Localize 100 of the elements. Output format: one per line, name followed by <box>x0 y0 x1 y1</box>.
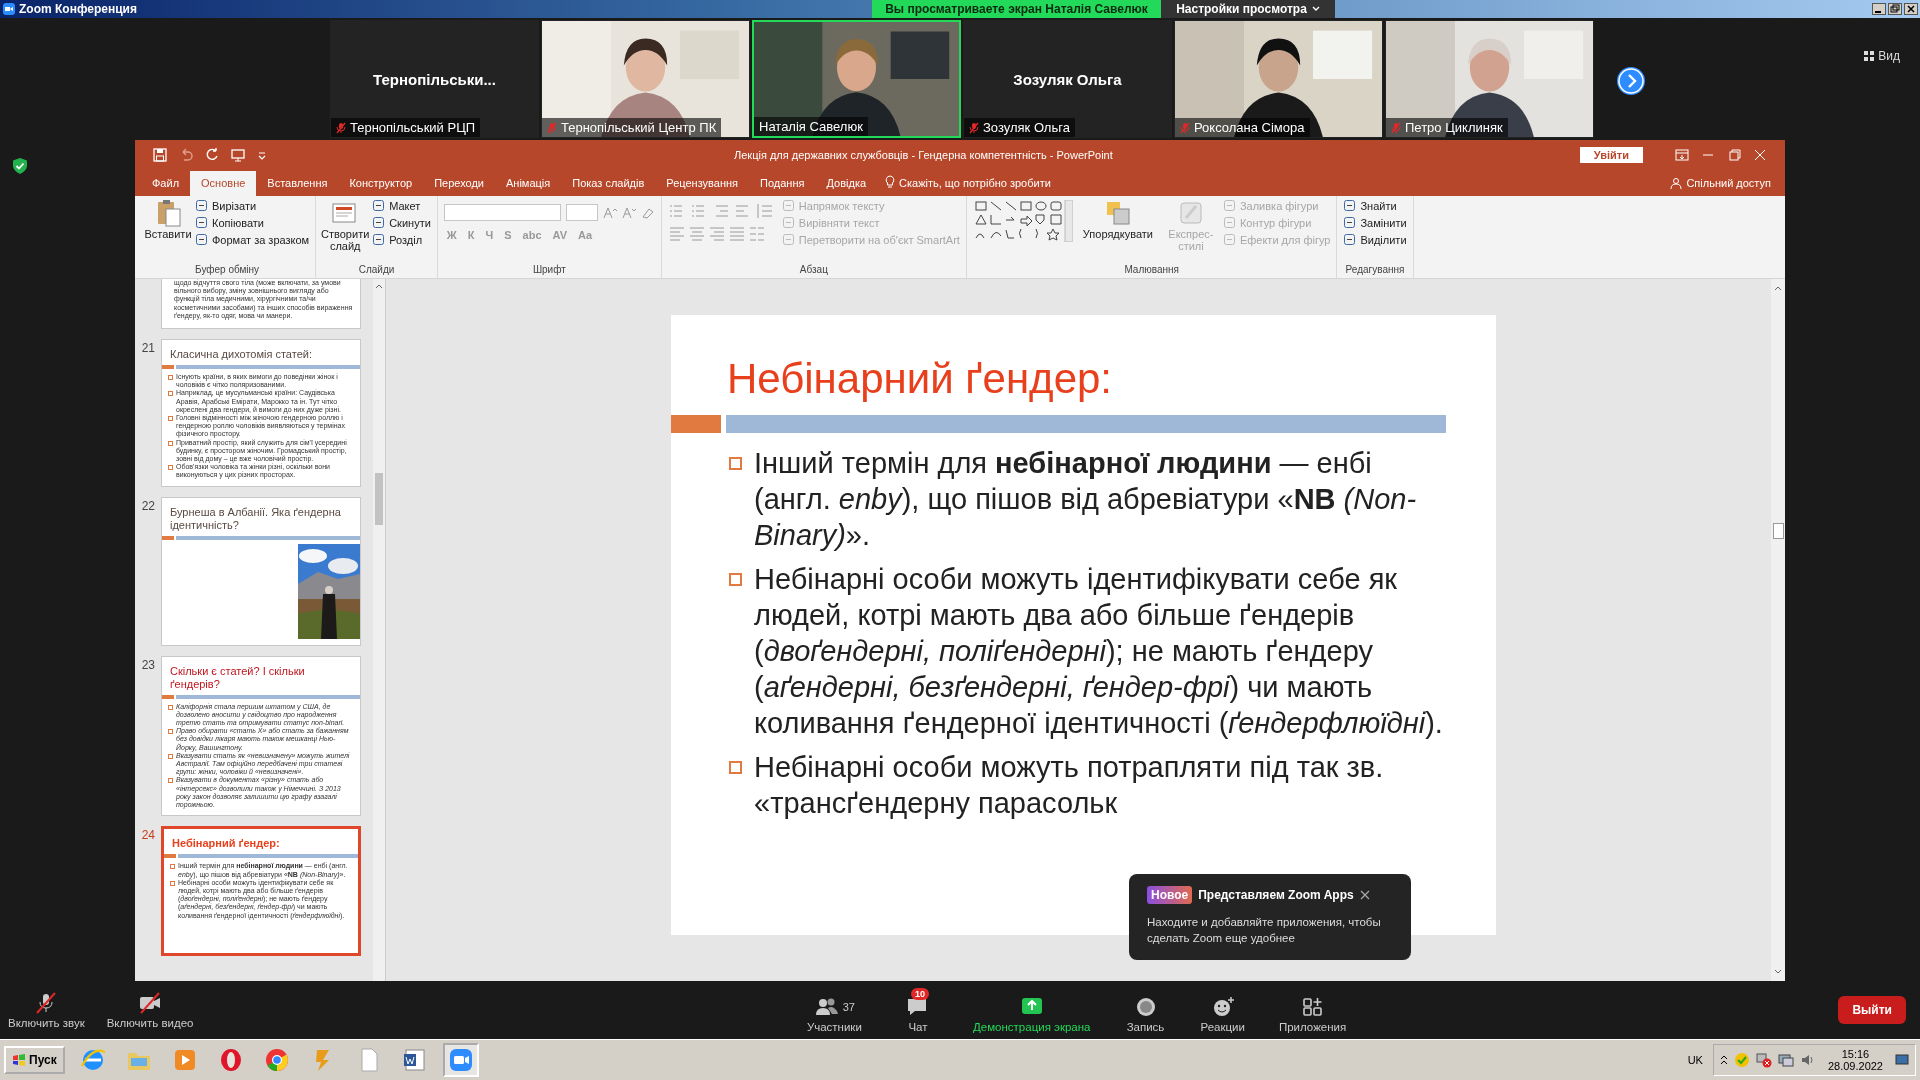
command-icon <box>1222 216 1236 229</box>
ribbon-button[interactable]: Формат за зразком <box>195 232 310 247</box>
tray-expand-icon[interactable] <box>1719 1054 1728 1066</box>
clock-time: 15:16 <box>1841 1048 1870 1060</box>
ribbon-tab[interactable]: Рецензування <box>655 171 750 196</box>
window-title: Лекція для державних службовців - Гендерна компетентність - PowerPoint <box>733 149 1114 161</box>
scroll-down-icon[interactable] <box>1774 969 1782 975</box>
slide-text: Небінарні особи можуть ідентифікувати себе як людей, котрі мають два або більше ґендерів (двоґендерні, поліґендерні); не мають ґендеру (аґендерні, безґендерні, ґендер-фрі) чи мають коливання ґендерної ідентичності (ґендерфлюїдні). <box>754 562 1444 741</box>
toolbar-button[interactable]: Включить видео <box>106 991 194 1029</box>
ribbon-group-label: Слайди <box>357 264 396 277</box>
video-tile[interactable]: Тернопільськи... Тернопільський РЦП <box>330 20 539 138</box>
ribbon-button[interactable]: Виділити <box>1343 232 1407 247</box>
next-page-icon[interactable] <box>1616 66 1646 96</box>
toolbar-button[interactable]: Включить звук <box>8 991 85 1029</box>
ribbon-button[interactable]: Створити слайд <box>322 198 369 252</box>
command-icon <box>195 216 208 229</box>
ribbon-tab[interactable]: Вставлення <box>256 171 339 196</box>
sign-in-button[interactable]: Увійти <box>1579 147 1643 163</box>
video-tile[interactable]: Наталія Савелюк <box>752 20 961 138</box>
toolbar-button[interactable]: 10 Чат <box>897 987 939 1033</box>
language-indicator[interactable]: UK <box>1687 1054 1703 1066</box>
ribbon-tab[interactable]: Файл <box>141 171 191 196</box>
start-button[interactable]: Пуск <box>4 1046 65 1074</box>
bullet-icon <box>168 375 173 380</box>
slide-title: Небінарний ґендер: <box>726 354 1113 404</box>
view-settings-button[interactable]: Настройки просмотра <box>1161 0 1335 18</box>
ribbon-button[interactable]: Розділ <box>372 232 431 247</box>
clock-date: 28.09.2022 <box>1827 1060 1883 1072</box>
command-icon <box>1222 233 1236 246</box>
toolbar-button[interactable]: Запись <box>1124 987 1167 1033</box>
speaker-icon[interactable] <box>1799 1052 1816 1068</box>
scrollbar-thumb[interactable] <box>1772 523 1784 539</box>
slide-title: Небінарний ґендер: <box>171 836 281 852</box>
ribbon-button[interactable]: Скинути <box>372 215 431 230</box>
flag-icon <box>12 1054 26 1066</box>
caret-icon <box>1311 6 1320 12</box>
toolbar-button[interactable]: 37 Участники <box>805 987 863 1033</box>
video-tile[interactable]: Тернопільський Центр ПК <box>541 20 750 138</box>
slideshow-icon[interactable] <box>231 148 245 162</box>
ribbon-button[interactable]: Замінити <box>1343 215 1407 230</box>
tell-me-field[interactable]: Скажіть, що потрібно зробити <box>899 177 1051 196</box>
slide-thumbnail[interactable] <box>161 826 361 957</box>
leave-button[interactable]: Выйти <box>1838 996 1906 1024</box>
toolbar-button[interactable]: Приложения <box>1278 987 1347 1033</box>
ribbon-button[interactable]: Вирізати <box>195 198 310 213</box>
ribbon-button[interactable]: Вставити <box>145 198 191 240</box>
ribbon-tab[interactable]: Основне <box>190 171 257 196</box>
slide-thumbnail[interactable] <box>161 339 361 487</box>
video-tile[interactable]: Петро Циклиняк <box>1385 20 1594 138</box>
slide-title: Бурнеша в Албанії. Яка ґендерна ідентичність? <box>169 504 342 533</box>
monitor-icon[interactable] <box>1777 1052 1794 1068</box>
slide-thumbnail[interactable]: Бурнеша в Албанії. Яка ґендерна ідентичність? <box>161 496 361 646</box>
network-error-icon[interactable] <box>1755 1052 1772 1068</box>
ribbon-tab[interactable]: Показ слайдів <box>561 171 656 196</box>
toolbar-button[interactable]: Демонстрация экрана <box>973 987 1091 1033</box>
restore-icon[interactable] <box>1888 3 1902 15</box>
font-name-field[interactable] <box>443 204 561 221</box>
command-icon <box>781 199 795 212</box>
desktop-icon[interactable] <box>1895 1053 1909 1067</box>
bullet-icon <box>729 761 742 774</box>
redo-icon[interactable] <box>205 148 219 162</box>
ribbon-button[interactable]: Упорядкувати <box>1076 198 1159 240</box>
restore-icon[interactable] <box>1727 149 1741 161</box>
ribbon-tab[interactable]: Переходи <box>423 171 495 196</box>
save-icon[interactable] <box>153 148 167 162</box>
video-tile[interactable]: Роксолана Сімора <box>1174 20 1383 138</box>
view-button[interactable]: Вид <box>1858 48 1906 64</box>
scroll-up-icon[interactable] <box>375 283 383 289</box>
ribbon-tab[interactable]: Подання <box>749 171 816 196</box>
taskbar-button[interactable] <box>442 1043 479 1077</box>
ribbon-tab[interactable]: Анімація <box>495 171 562 196</box>
clear-format-icon[interactable] <box>640 206 655 219</box>
ribbon-tab[interactable]: Конструктор <box>338 171 424 196</box>
grid-icon <box>1864 51 1875 61</box>
minimize-icon[interactable] <box>1872 3 1886 15</box>
command-icon <box>1343 216 1357 229</box>
grow-font-icon[interactable] <box>602 206 617 219</box>
share-button[interactable]: Спільний доступ <box>1686 177 1771 196</box>
video-tile[interactable]: Зозуляк Ольга Зозуляк Ольга <box>963 20 1172 138</box>
close-icon[interactable] <box>1904 3 1918 15</box>
shapes-gallery[interactable] <box>972 200 1073 242</box>
ribbon-options-icon[interactable] <box>1675 149 1689 161</box>
scroll-up-icon[interactable] <box>1774 285 1782 291</box>
participant-name: Роксолана Сімора <box>1194 120 1305 135</box>
ribbon-tab[interactable]: Довідка <box>815 171 878 196</box>
toolbar-button[interactable]: Реакции <box>1200 987 1245 1033</box>
bullet-icon <box>168 465 173 471</box>
ribbon-button[interactable]: Макет <box>372 198 431 213</box>
ribbon-button[interactable]: Копіювати <box>195 215 310 230</box>
bullet-icon <box>729 573 742 586</box>
slide-title: Скільки є статей? І скільки ґендерів? <box>169 663 306 692</box>
new-badge: Новое <box>1147 886 1193 904</box>
slide-thumbnail[interactable] <box>161 655 361 817</box>
font-size-field[interactable] <box>565 204 598 221</box>
ribbon-button[interactable]: Знайти <box>1343 198 1407 213</box>
scrollbar-thumb[interactable] <box>375 473 383 525</box>
shrink-font-icon[interactable] <box>621 206 636 219</box>
slide-thumbnail[interactable] <box>161 279 361 329</box>
shield-icon <box>12 157 28 175</box>
close-icon[interactable] <box>1359 890 1370 900</box>
